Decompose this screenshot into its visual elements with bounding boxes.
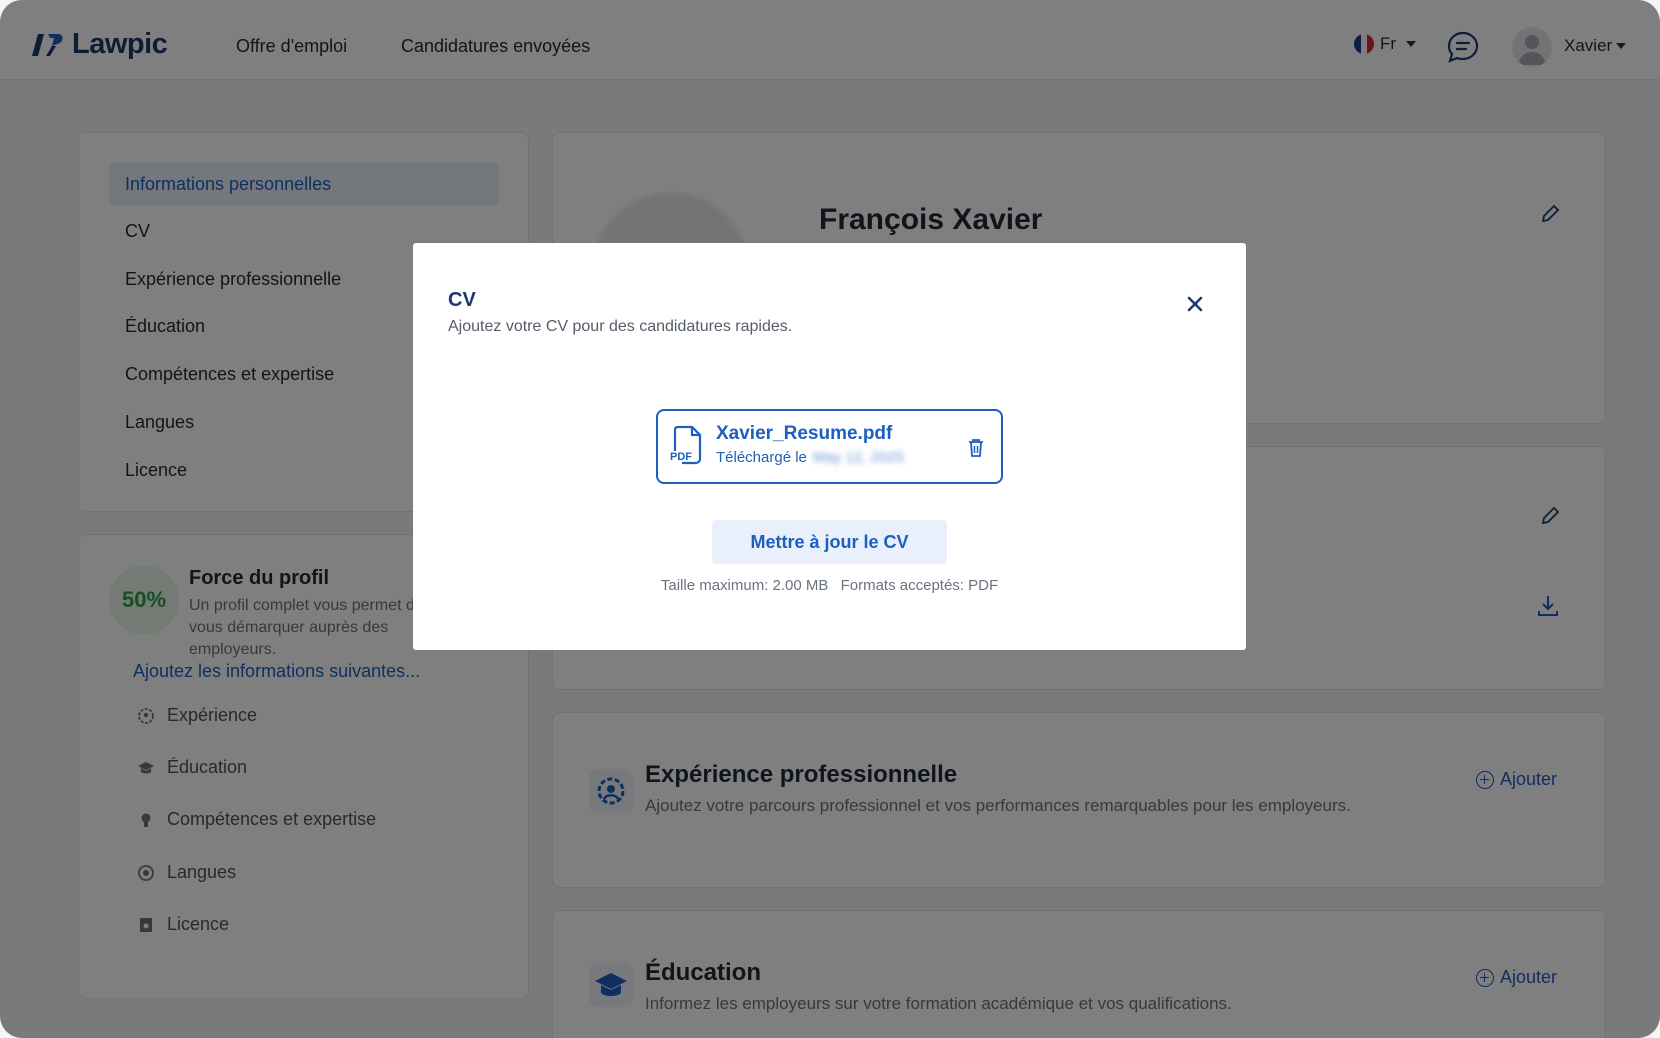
trash-icon[interactable] [967, 438, 985, 458]
file-uploaded-info: Téléchargé le May 12, 2025 [716, 449, 904, 466]
modal-subtitle: Ajoutez votre CV pour des candidatures r… [448, 318, 793, 335]
file-name[interactable]: Xavier_Resume.pdf [716, 423, 892, 445]
pdf-badge: PDF [670, 451, 692, 463]
app-frame: Lawpic Offre d'emploi Candidatures envoy… [0, 0, 1660, 1038]
close-icon[interactable] [1184, 293, 1206, 315]
pdf-file-icon: PDF [670, 425, 702, 465]
upload-limits: Taille maximum: 2.00 MB Formats acceptés… [413, 577, 1246, 594]
modal-title: CV [448, 289, 476, 311]
max-size-text: Taille maximum: 2.00 MB [660, 577, 829, 594]
cv-modal: CV Ajoutez votre CV pour des candidature… [413, 243, 1246, 650]
formats-text: Formats acceptés: PDF [840, 577, 999, 594]
uploaded-date: May 12, 2025 [812, 449, 904, 466]
uploaded-file-card[interactable]: PDF Xavier_Resume.pdf Téléchargé le May … [656, 409, 1003, 484]
update-cv-button[interactable]: Mettre à jour le CV [712, 520, 947, 564]
uploaded-label: Téléchargé le [716, 449, 807, 466]
